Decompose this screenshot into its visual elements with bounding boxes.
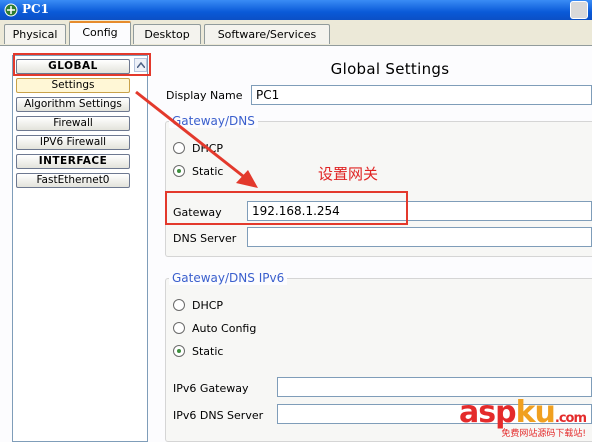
watermark-ku: ku xyxy=(515,395,556,430)
ipv6-dhcp-label: DHCP xyxy=(192,299,224,312)
ipv6-gateway-label: IPv6 Gateway xyxy=(173,382,249,395)
ipv6-gateway-input[interactable] xyxy=(277,377,592,397)
watermark-asp: asp xyxy=(458,395,517,430)
gateway-dns-ipv6-title: Gateway/DNS IPv6 xyxy=(169,271,288,285)
ipv6-auto-config-radio[interactable] xyxy=(173,322,185,334)
ipv6-dhcp-radio[interactable] xyxy=(173,299,185,311)
watermark: aspku.com 免费网站源码下载站! xyxy=(416,395,587,440)
watermark-com: .com xyxy=(554,411,587,426)
ipv6-auto-config-label: Auto Config xyxy=(192,322,257,335)
ipv6-static-label: Static xyxy=(192,345,224,358)
watermark-subtitle: 免费网站源码下载站! xyxy=(501,429,586,439)
ipv6-static-radio[interactable] xyxy=(173,345,185,357)
ipv6-dns-server-label: IPv6 DNS Server xyxy=(173,409,264,422)
